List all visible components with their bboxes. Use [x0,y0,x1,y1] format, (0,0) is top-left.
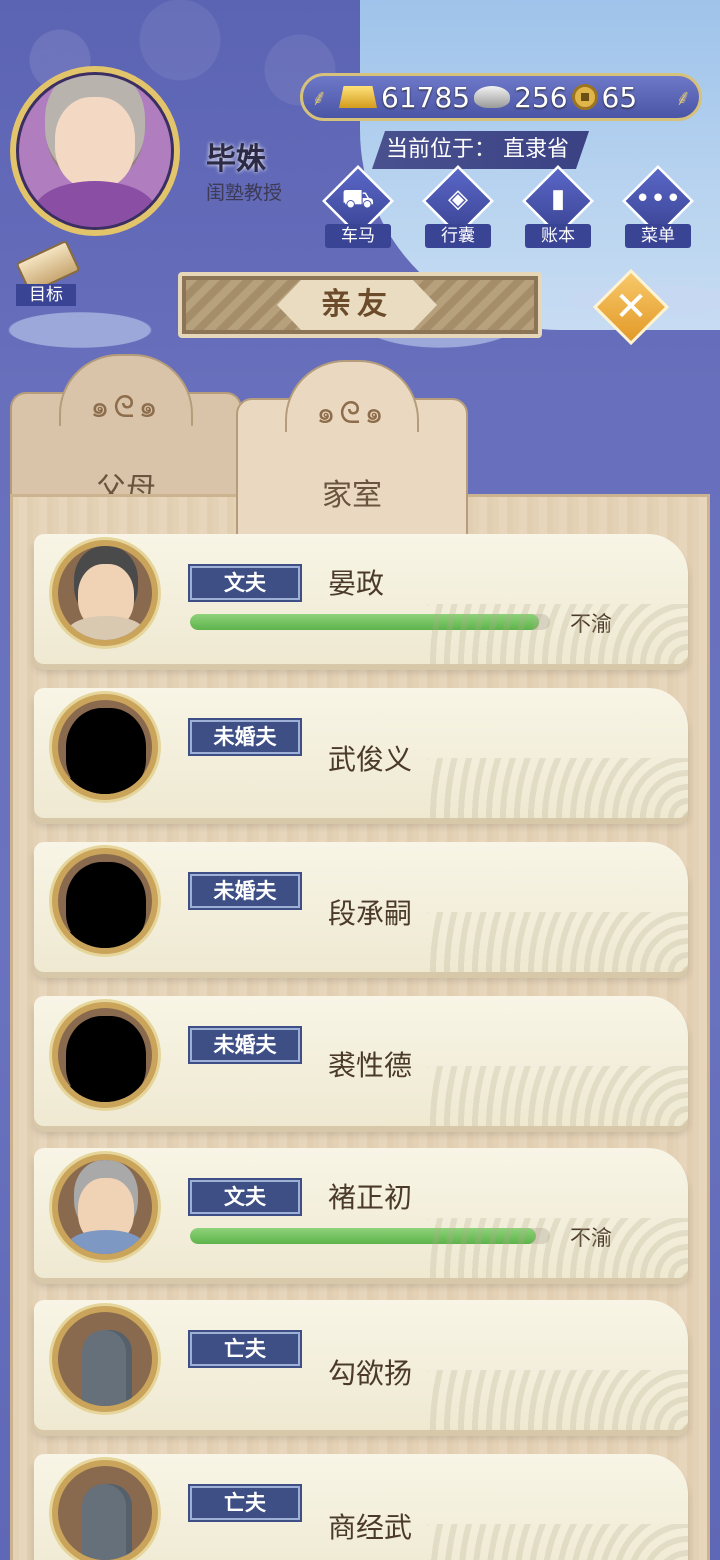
carriage-label: 车马 [325,224,391,248]
coin-resource: 65 [571,80,638,114]
relation-tag: 亡夫 [188,1484,302,1522]
portrait-robe [68,1230,144,1254]
close-icon[interactable]: ✕ [602,280,660,334]
menu-label: 菜单 [625,224,691,248]
relation-tag: 未婚夫 [188,1026,302,1064]
silhouette-portrait [52,694,158,800]
action-bar: ⛟ 车马 ◈ 行囊 ▮ 账本 ••• 菜单 [315,165,705,250]
list-item[interactable]: 未婚夫 武俊义 [34,688,688,818]
list-item[interactable]: 文夫 褚正初 不渝 [34,1148,688,1278]
player-title: 闺塾教授 [206,182,283,204]
relation-tag: 亡夫 [188,1330,302,1368]
tombstone-portrait [52,1460,158,1560]
person-name: 晏政 [328,567,385,600]
list-item[interactable]: 未婚夫 段承嗣 [34,842,688,972]
gold-resource: 61785 [339,81,470,114]
player-name: 毕姝 [206,142,266,177]
affection-bar [190,1228,550,1244]
ledger-button[interactable]: ▮ 账本 [515,165,601,250]
bamboo-left-icon: ⸙ [311,86,328,111]
goal-button[interactable]: 目标 [10,239,81,306]
portrait-bg [58,1160,152,1254]
tombstone-icon [82,1484,132,1560]
silhouette-portrait [52,848,158,954]
cloud-swirl-icon: ๑ᘓ๑ [316,396,388,431]
relation-tag: 文夫 [188,1178,302,1216]
relation-tag: 未婚夫 [188,872,302,910]
list-item[interactable]: 文夫 晏政 不渝 [34,534,688,664]
avatar-robe [34,181,156,227]
menu-icon: ••• [634,184,681,214]
player-avatar[interactable] [10,66,180,236]
portrait-bg [58,546,152,640]
unknown-silhouette-icon [58,708,152,794]
relation-tag: 未婚夫 [188,718,302,756]
menu-button[interactable]: ••• 菜单 [615,165,701,250]
bag-label: 行囊 [425,224,491,248]
silver-resource: 256 [474,80,568,114]
relation-tag: 文夫 [188,564,302,602]
mood-label: 不渝 [570,1226,612,1250]
coin-amount: 65 [601,80,638,114]
resource-bar: ⸙ 61785 256 65 ⸙ [300,73,702,121]
affection-bar [190,614,550,630]
list-item[interactable]: 未婚夫 裘性德 [34,996,688,1126]
ledger-icon: ▮ [550,184,566,214]
cloud-swirl-icon: ๑ᘓ๑ [90,390,162,425]
avatar-portrait [16,72,174,230]
header-banner: 亲友 [178,272,542,338]
ledger-label: 账本 [525,224,591,248]
carriage-icon: ⛟ [341,184,375,214]
silver-ingot-icon [474,86,511,108]
unknown-silhouette-icon [58,1016,152,1102]
person-name: 商经武 [328,1511,413,1544]
mood-label: 不渝 [570,612,612,636]
silver-amount: 256 [514,80,568,114]
copper-coin-icon [571,84,598,110]
silhouette-portrait [52,1002,158,1108]
goal-label: 目标 [16,284,76,306]
list-item[interactable]: 亡夫 勾欲扬 [34,1300,688,1430]
list-item[interactable]: 亡夫 商经武 [34,1454,688,1560]
location-banner: 当前位于： 直隶省 [372,131,590,169]
husband-portrait-elder [52,1154,158,1260]
tombstone-icon [82,1330,132,1406]
tab-spouses-label: 家室 [322,478,382,513]
person-name: 段承嗣 [328,897,413,930]
tab-spouses[interactable]: ๑ᘓ๑ 家室 [236,396,468,548]
affection-bar-fill [190,1228,536,1244]
person-name: 勾欲扬 [328,1357,413,1390]
bag-button[interactable]: ◈ 行囊 [415,165,501,250]
carriage-button[interactable]: ⛟ 车马 [315,165,401,250]
avatar-face [55,97,135,190]
page-title: 亲友 [277,280,437,330]
person-name: 武俊义 [328,743,413,776]
person-name: 裘性德 [328,1049,413,1082]
gold-amount: 61785 [381,80,471,114]
husband-portrait [52,540,158,646]
bamboo-right-icon: ⸙ [675,86,692,111]
tombstone-portrait [52,1306,158,1412]
location-value: 直隶省 [503,137,570,162]
location-label: 当前位于： [386,137,497,162]
person-name: 褚正初 [328,1181,413,1214]
unknown-silhouette-icon [58,862,152,948]
portrait-robe [68,616,144,640]
gold-ingot-icon [339,86,377,108]
affection-bar-fill [190,614,540,630]
bag-icon: ◈ [448,184,468,214]
